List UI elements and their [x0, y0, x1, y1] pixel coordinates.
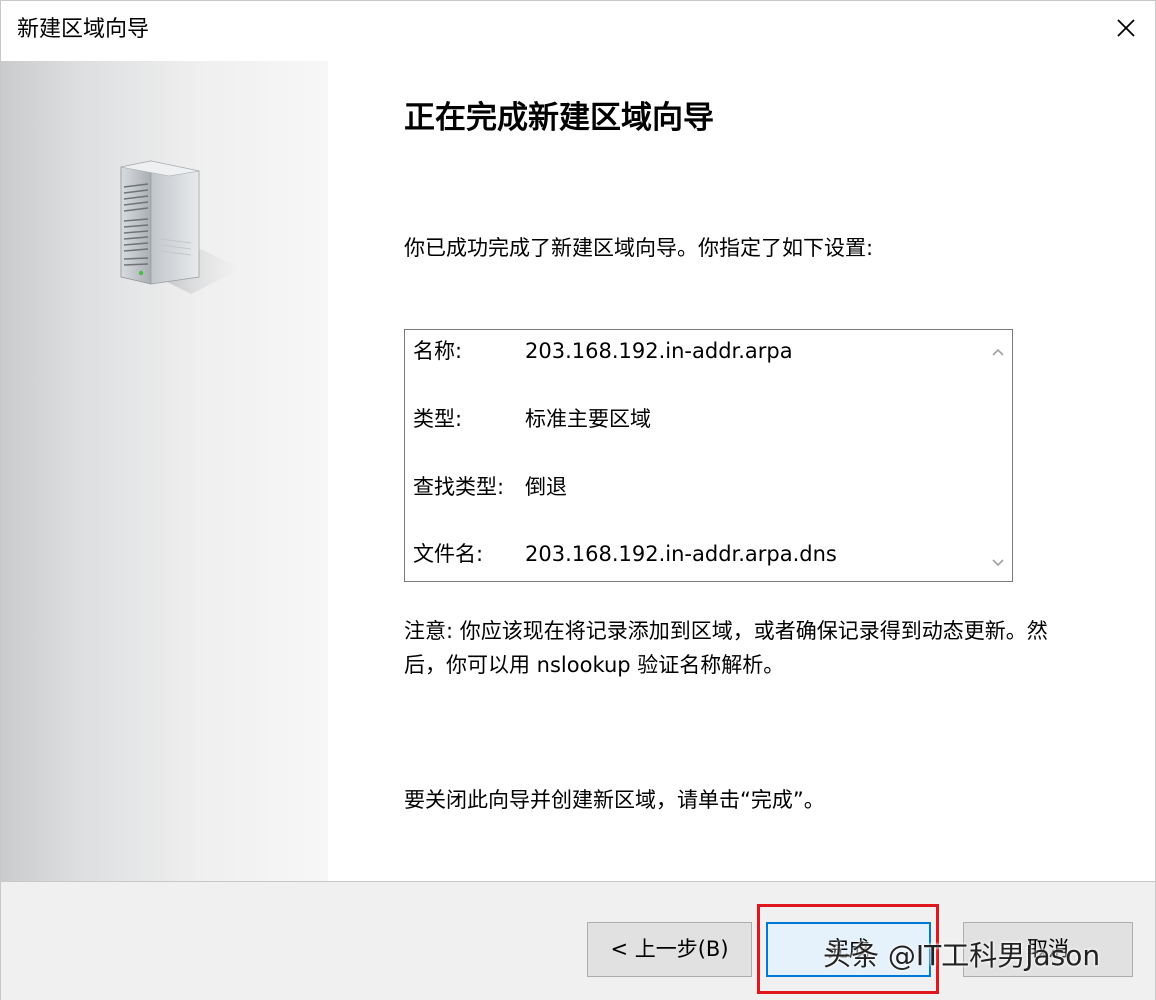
- summary-value: 标准主要区域: [525, 407, 651, 431]
- intro-text: 你已成功完成了新建区域向导。你指定了如下设置:: [404, 236, 874, 260]
- scroll-up-icon[interactable]: [990, 344, 1006, 360]
- close-icon: [1117, 19, 1135, 37]
- close-button[interactable]: [1111, 13, 1141, 43]
- summary-value: 203.168.192.in-addr.arpa.dns: [525, 542, 837, 566]
- summary-value: 203.168.192.in-addr.arpa: [525, 339, 793, 363]
- button-bar: < 上一步(B) 完成 取消 头条 @IT工科男Jason: [1, 881, 1155, 1000]
- summary-label: 名称:: [413, 339, 463, 363]
- server-icon: [120, 160, 241, 294]
- cancel-button[interactable]: 取消: [963, 922, 1133, 977]
- summary-label: 查找类型:: [413, 475, 505, 499]
- wizard-side-panel: [1, 61, 328, 881]
- wizard-window: 新建区域向导 正在完成新建区域向导 你已成功完成了新建区域向导。你指定了如下设置…: [0, 0, 1156, 1000]
- window-title: 新建区域向导: [17, 17, 150, 42]
- back-button[interactable]: < 上一步(B): [587, 922, 752, 977]
- summary-scrollbar[interactable]: [984, 330, 1012, 581]
- summary-label: 文件名:: [413, 542, 484, 566]
- summary-label: 类型:: [413, 407, 463, 431]
- closing-instruction: 要关闭此向导并创建新区域，请单击“完成”。: [404, 788, 825, 812]
- settings-summary-box[interactable]: 名称: 203.168.192.in-addr.arpa 类型: 标准主要区域 …: [404, 329, 1013, 582]
- title-bar: 新建区域向导: [1, 1, 1155, 61]
- scroll-down-icon[interactable]: [990, 555, 1006, 571]
- note-text: 注意: 你应该现在将记录添加到区域，或者确保记录得到动态更新。然后，你可以用 n…: [404, 619, 1048, 677]
- finish-button[interactable]: 完成: [766, 922, 931, 977]
- summary-value: 倒退: [525, 475, 567, 499]
- page-heading: 正在完成新建区域向导: [404, 100, 714, 136]
